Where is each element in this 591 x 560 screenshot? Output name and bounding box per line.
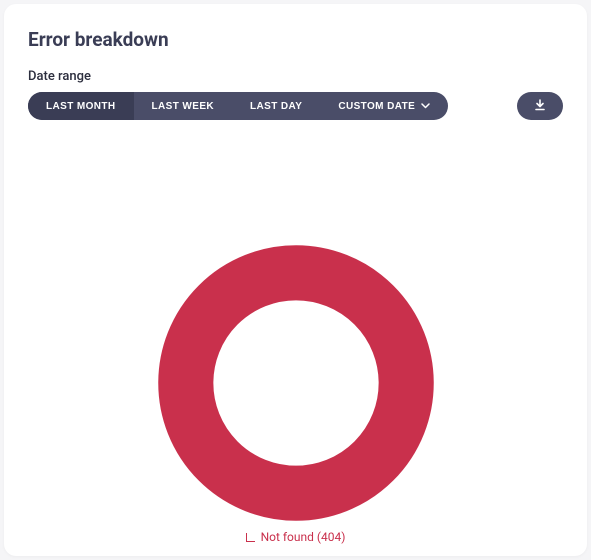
segment-last-month[interactable]: LAST MONTH: [28, 92, 134, 120]
chart-area: Not found (404): [28, 120, 563, 544]
legend-swatch: [246, 533, 255, 542]
donut-chart: [151, 238, 441, 528]
page-title: Error breakdown: [28, 28, 563, 51]
legend: Not found (404): [246, 530, 346, 544]
donut-slice-0: [185, 273, 405, 493]
segment-custom-date-label: CUSTOM DATE: [338, 101, 415, 112]
segment-last-week[interactable]: LAST WEEK: [134, 92, 233, 120]
date-range-segmented: LAST MONTH LAST WEEK LAST DAY CUSTOM DAT…: [28, 92, 448, 120]
chevron-down-icon: [421, 101, 430, 112]
error-breakdown-card: Error breakdown Date range LAST MONTH LA…: [4, 4, 587, 556]
segment-custom-date[interactable]: CUSTOM DATE: [320, 92, 448, 120]
download-button[interactable]: [517, 92, 563, 120]
toolbar: LAST MONTH LAST WEEK LAST DAY CUSTOM DAT…: [28, 92, 563, 120]
segment-last-day[interactable]: LAST DAY: [232, 92, 320, 120]
download-icon: [534, 99, 546, 114]
legend-label: Not found (404): [261, 530, 346, 544]
date-range-label: Date range: [28, 69, 563, 84]
